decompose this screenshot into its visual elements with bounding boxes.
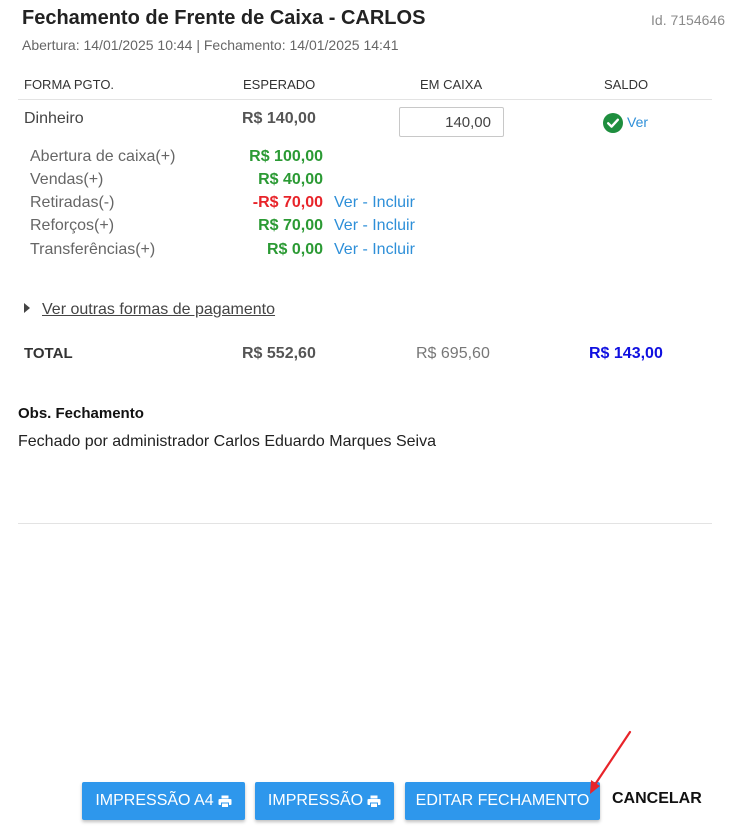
detail-row-transfers: Transferências(+) R$ 0,00 Ver - Incluir [30, 241, 450, 263]
obs-text: Fechado por administrador Carlos Eduardo… [18, 433, 436, 450]
obs-title: Obs. Fechamento [18, 405, 144, 422]
link-separator: - [358, 194, 373, 211]
total-expected-value: R$ 552,60 [242, 345, 316, 362]
obs-divider [18, 523, 712, 524]
in-cash-input[interactable] [399, 107, 504, 137]
payment-method-name: Dinheiro [24, 110, 84, 127]
column-header-expected: ESPERADO [243, 77, 316, 92]
print-button[interactable]: IMPRESSÃO [255, 782, 394, 820]
edit-closing-button[interactable]: EDITAR FECHAMENTO [405, 782, 600, 820]
detail-actions: Ver - Incluir [334, 194, 415, 212]
record-id: Id. 7154646 [651, 12, 725, 28]
total-in-cash-value: R$ 695,60 [416, 345, 490, 362]
edit-closing-label: EDITAR FECHAMENTO [415, 792, 590, 809]
view-withdrawals-link[interactable]: Ver [334, 194, 358, 211]
view-transfers-link[interactable]: Ver [334, 241, 358, 258]
printer-icon [218, 795, 232, 808]
opening-closing-dates: Abertura: 14/01/2025 10:44 | Fechamento:… [22, 37, 399, 53]
annotation-arrow-icon [590, 730, 632, 794]
other-payment-methods-toggle[interactable]: Ver outras formas de pagamento [24, 301, 275, 319]
include-reinforcement-link[interactable]: Incluir [372, 217, 415, 234]
balance-view-link[interactable]: Ver [627, 114, 648, 130]
detail-value: R$ 70,00 [258, 217, 323, 234]
detail-row-withdrawals: Retiradas(-) -R$ 70,00 Ver - Incluir [30, 194, 450, 216]
view-reinforcements-link[interactable]: Ver [334, 217, 358, 234]
detail-value: R$ 0,00 [266, 241, 323, 258]
detail-label: Retiradas(-) [30, 194, 115, 211]
header-divider [18, 99, 712, 100]
payment-expected-value: R$ 140,00 [242, 110, 316, 127]
column-header-payment-method: FORMA PGTO. [24, 77, 115, 92]
total-balance-value: R$ 143,00 [589, 345, 663, 362]
check-circle-icon [603, 113, 623, 133]
link-separator: - [358, 217, 373, 234]
detail-value: R$ 100,00 [249, 148, 323, 165]
column-header-balance: SALDO [604, 77, 649, 92]
detail-row-sales: Vendas(+) R$ 40,00 [30, 171, 450, 193]
include-withdrawal-link[interactable]: Incluir [372, 194, 415, 211]
print-a4-button[interactable]: IMPRESSÃO A4 [82, 782, 245, 820]
printer-icon [367, 795, 381, 808]
detail-value: -R$ 70,00 [252, 194, 323, 211]
detail-label: Abertura de caixa(+) [30, 148, 176, 165]
detail-label: Transferências(+) [30, 241, 156, 258]
print-label: IMPRESSÃO [267, 792, 364, 809]
include-transfer-link[interactable]: Incluir [372, 241, 415, 258]
detail-row-opening: Abertura de caixa(+) R$ 100,00 [30, 148, 450, 170]
total-label: TOTAL [24, 345, 73, 362]
link-separator: - [358, 241, 373, 258]
page-title: Fechamento de Frente de Caixa - CARLOS [22, 7, 426, 29]
detail-label: Vendas(+) [30, 171, 104, 188]
print-a4-label: IMPRESSÃO A4 [95, 792, 214, 809]
detail-actions: Ver - Incluir [334, 241, 415, 259]
column-header-in-cash: EM CAIXA [420, 77, 483, 92]
caret-right-icon [24, 303, 30, 313]
detail-value: R$ 40,00 [258, 171, 323, 188]
detail-row-reinforcements: Reforços(+) R$ 70,00 Ver - Incluir [30, 217, 450, 239]
other-payment-methods-label: Ver outras formas de pagamento [42, 301, 276, 318]
detail-label: Reforços(+) [30, 217, 115, 234]
detail-actions: Ver - Incluir [334, 217, 415, 235]
